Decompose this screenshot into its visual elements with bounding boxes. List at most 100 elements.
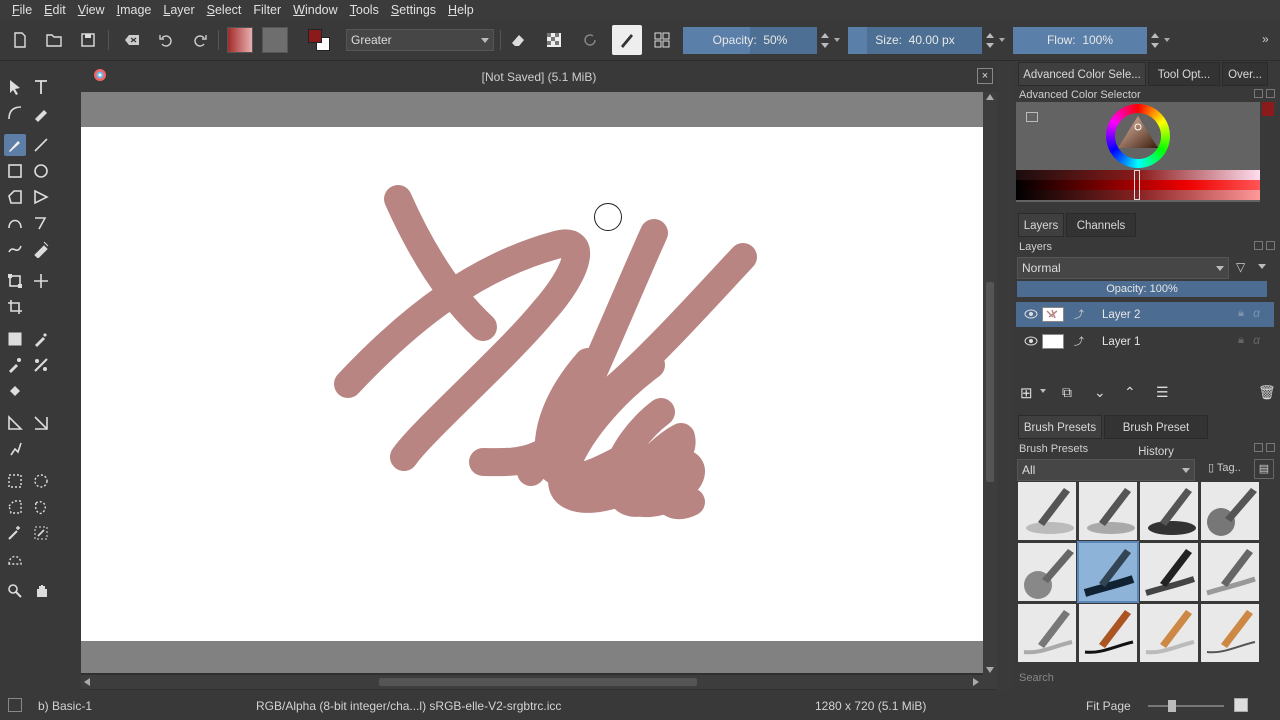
tag-selector[interactable]: ▯ Tag.. (1208, 461, 1241, 474)
bezier-tool-icon[interactable] (4, 212, 26, 234)
move-tool-icon[interactable] (30, 270, 52, 292)
preset-view-mode-icon[interactable]: ▤ (1254, 459, 1274, 479)
reference-image-tool-icon[interactable] (4, 438, 26, 460)
scroll-up-icon[interactable] (986, 94, 994, 100)
menu-tools[interactable]: Tools (344, 0, 385, 20)
brush-preset-item[interactable] (1079, 604, 1137, 662)
color-selector-settings-icon[interactable] (1026, 112, 1038, 122)
menu-filter[interactable]: Filter (247, 0, 287, 20)
tab-overview[interactable]: Over... (1222, 62, 1268, 86)
layer-lock-icon[interactable]: 🔒︎ (1238, 334, 1244, 347)
vertical-scrollbar[interactable] (983, 92, 997, 675)
preset-filter-select[interactable]: All (1017, 459, 1195, 481)
layer-opacity-spinner[interactable] (1269, 281, 1279, 297)
vertical-scroll-thumb[interactable] (986, 282, 994, 482)
layer-row-layer-1[interactable]: ⤴ Layer 1 🔒︎ α (1016, 329, 1274, 354)
scroll-right-icon[interactable] (973, 678, 979, 686)
pattern-swatch[interactable] (262, 27, 288, 53)
rectangle-tool-icon[interactable] (4, 160, 26, 182)
color-shade-strips[interactable] (1016, 170, 1260, 204)
contiguous-selection-icon[interactable] (4, 522, 26, 544)
blend-mode-select[interactable]: Greater (346, 29, 494, 51)
redo-icon[interactable] (188, 28, 212, 52)
brush-preset-item[interactable] (1140, 543, 1198, 601)
add-layer-icon[interactable]: ⊞ (1020, 384, 1033, 402)
canvas-viewport[interactable] (81, 92, 995, 673)
freehand-brush-tool-icon[interactable] (4, 134, 26, 156)
layer-lock-icon[interactable]: 🔒︎ (1238, 307, 1244, 320)
toolbar-overflow-icon[interactable]: » (1262, 32, 1269, 46)
scroll-down-icon[interactable] (986, 667, 994, 673)
brush-preset-item[interactable] (1201, 604, 1259, 662)
tab-tool-options[interactable]: Tool Opt... (1148, 62, 1220, 86)
select-shapes-tool-icon[interactable] (4, 76, 26, 98)
color-picker-tool-icon[interactable] (30, 328, 52, 350)
edit-shapes-tool-icon[interactable] (4, 102, 26, 124)
polyline-tool-icon[interactable] (30, 186, 52, 208)
gradient-tool-icon[interactable] (4, 328, 26, 350)
menu-select[interactable]: Select (201, 0, 248, 20)
color-wheel[interactable] (1106, 104, 1170, 168)
layer-properties-icon[interactable]: ⤴ (1074, 306, 1084, 321)
tab-advanced-color-selector[interactable]: Advanced Color Sele... (1018, 62, 1146, 86)
wrap-mode-icon[interactable] (650, 28, 674, 52)
flow-slider[interactable]: Flow: 100% (1013, 27, 1147, 54)
layer-blend-mode-select[interactable]: Normal (1017, 257, 1229, 279)
layer-row-layer-2[interactable]: ⤴ Layer 2 🔒︎ α (1016, 302, 1274, 327)
new-document-icon[interactable] (8, 28, 32, 52)
menu-view[interactable]: View (72, 0, 111, 20)
menu-layer[interactable]: Layer (157, 0, 200, 20)
text-tool-icon[interactable] (30, 76, 52, 98)
layer-name[interactable]: Layer 1 (1102, 336, 1140, 348)
menu-settings[interactable]: Settings (385, 0, 442, 20)
menu-help[interactable]: Help (442, 0, 480, 20)
save-icon[interactable] (76, 28, 100, 52)
canvas-only-toggle-icon[interactable] (1234, 698, 1248, 712)
brush-preset-item[interactable] (1140, 604, 1198, 662)
move-layer-up-icon[interactable]: ⌃ (1124, 384, 1136, 401)
menu-file[interactable]: File (6, 0, 38, 20)
tab-brush-preset-history[interactable]: Brush Preset History (1104, 415, 1208, 458)
brush-preset-item[interactable] (1201, 543, 1259, 601)
delete-layer-icon[interactable]: 🗑︎ (1258, 384, 1276, 401)
horizontal-scroll-thumb[interactable] (379, 678, 697, 686)
line-tool-icon[interactable] (30, 134, 52, 156)
layers-docker-buttons-icon[interactable] (1254, 241, 1276, 251)
menu-image[interactable]: Image (111, 0, 158, 20)
layer-filter-icon[interactable]: ▽ (1236, 260, 1245, 274)
open-folder-icon[interactable] (42, 28, 66, 52)
horizontal-scrollbar[interactable] (81, 675, 997, 689)
brush-preset-item[interactable] (1018, 482, 1076, 540)
transform-tool-icon[interactable] (4, 270, 26, 292)
tab-layers[interactable]: Layers (1018, 213, 1064, 237)
bezier-selection-icon[interactable] (4, 548, 26, 570)
status-color-profile[interactable]: RGB/Alpha (8-bit integer/cha...l) sRGB-e… (256, 699, 561, 713)
alpha-lock-icon[interactable]: α (1253, 333, 1260, 347)
freehand-path-tool-icon[interactable] (30, 212, 52, 234)
elliptical-selection-icon[interactable] (30, 470, 52, 492)
layer-properties-icon[interactable]: ⤴ (1074, 333, 1084, 348)
brush-preset-icon[interactable] (612, 25, 642, 55)
clear-icon[interactable] (120, 28, 144, 52)
alpha-lock-icon[interactable]: α (1253, 306, 1260, 320)
brush-preset-item[interactable] (1018, 604, 1076, 662)
crop-tool-icon[interactable] (4, 296, 26, 318)
assistant-tool-icon[interactable] (30, 412, 52, 434)
opacity-spinner[interactable] (819, 27, 829, 54)
visibility-eye-icon[interactable] (1024, 308, 1038, 320)
calligraphy-tool-icon[interactable] (30, 102, 52, 124)
zoom-tool-icon[interactable] (4, 580, 26, 602)
brush-preset-item[interactable] (1018, 543, 1076, 601)
duplicate-layer-icon[interactable]: ⧉ (1062, 384, 1072, 401)
preserve-alpha-icon[interactable] (542, 28, 566, 52)
measure-tool-icon[interactable] (4, 412, 26, 434)
size-spinner[interactable] (984, 27, 994, 54)
fill-tool-icon[interactable] (4, 380, 26, 402)
menu-window[interactable]: Window (287, 0, 343, 20)
rectangular-selection-icon[interactable] (4, 470, 26, 492)
smart-patch-tool-icon[interactable] (30, 354, 52, 376)
opacity-slider[interactable]: Opacity: 50% (683, 27, 817, 54)
docker-float-close-icon[interactable] (1254, 89, 1276, 99)
paper[interactable] (81, 127, 995, 641)
scroll-left-icon[interactable] (84, 678, 90, 686)
